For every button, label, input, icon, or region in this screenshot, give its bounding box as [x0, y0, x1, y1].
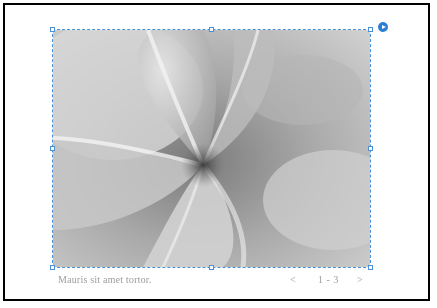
resize-handle-bottom-right[interactable] [368, 265, 373, 270]
selection-box [52, 29, 371, 268]
slide-caption: Mauris sit amet tortor. [58, 275, 152, 286]
resize-handle-left[interactable] [50, 146, 55, 151]
resize-handle-right[interactable] [368, 146, 373, 151]
resize-handle-top-right[interactable] [368, 27, 373, 32]
resize-handle-top[interactable] [209, 27, 214, 32]
resize-handle-top-left[interactable] [50, 27, 55, 32]
slide-counter: 1 - 3 [318, 275, 339, 286]
next-slide-button[interactable]: > [357, 275, 363, 286]
resize-handle-bottom-left[interactable] [50, 265, 55, 270]
prev-slide-button[interactable]: < [290, 275, 296, 286]
resize-handle-bottom[interactable] [209, 265, 214, 270]
play-circle-icon[interactable] [378, 22, 388, 32]
